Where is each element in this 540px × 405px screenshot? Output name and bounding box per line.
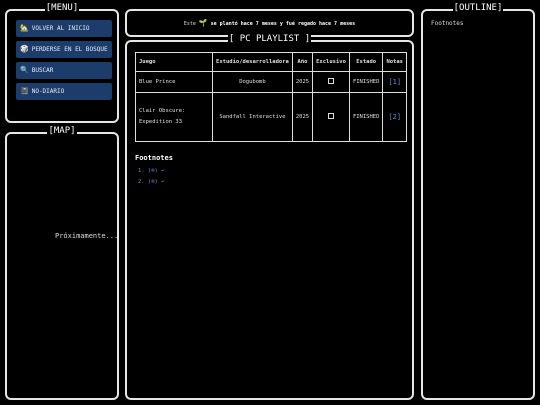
footnote-item[interactable]: 2. (®) ↩ [138, 177, 165, 188]
menu-random-label: PERDERSE EN EL BOSQUE [31, 46, 108, 53]
exclusive-cell [312, 92, 350, 142]
menu-title: [MENU] [44, 3, 80, 13]
exclusive-checkbox[interactable] [328, 113, 335, 119]
menu-diary-label: NO-DIARIO [31, 88, 65, 95]
column-header: Juego [134, 52, 214, 72]
dice-icon: 🎲 [20, 45, 29, 53]
table-header-row: Juego Estudio/desarrolladora Año Exclusi… [134, 52, 407, 72]
studio-cell: Dogubomb [212, 71, 293, 93]
footnote-item[interactable]: 1. (®) ↩ [138, 166, 165, 177]
table-row: Clair Obscure: Expedition 33 Sandfall In… [134, 92, 407, 142]
column-header: Notas [382, 52, 407, 72]
sprout-icon: 🌱 [198, 19, 208, 27]
column-header: Exclusivo [312, 52, 350, 72]
main-panel: [ PC PLAYLIST ] Juego Estudio/desarrolla… [125, 34, 414, 400]
map-panel: [MAP] Próximamente... [5, 126, 119, 400]
column-header: Año [291, 52, 314, 72]
house-icon: 🏡 [20, 24, 29, 32]
exclusive-checkbox[interactable] [328, 78, 335, 84]
notes-cell: [2] [382, 92, 407, 142]
game-cell: Blue Prince [134, 71, 214, 93]
menu-search-button[interactable]: 🔍 BUSCAR [16, 62, 112, 79]
menu-home-button[interactable]: 🏡 VOLVER AL INICIO [16, 20, 112, 37]
outline-panel: [OUTLINE] Footnotes [421, 3, 535, 400]
outline-title: [OUTLINE] [452, 3, 504, 13]
menu-diary-button[interactable]: 📓 NO-DIARIO [16, 83, 112, 100]
notice-prefix: Este [183, 21, 196, 27]
footnote-link[interactable]: [2] [388, 113, 401, 121]
notebook-icon: 📓 [20, 87, 29, 95]
menu-search-label: BUSCAR [31, 67, 54, 74]
footnotes-heading: Footnotes [135, 154, 173, 162]
map-placeholder: Próximamente... [55, 232, 119, 240]
status-cell: FINISHED [348, 71, 384, 93]
footnotes-list: 1. (®) ↩ 2. (®) ↩ [138, 166, 165, 188]
notes-cell: [1] [382, 71, 407, 93]
game-cell: Clair Obscure: Expedition 33 [134, 92, 214, 142]
year-cell: 2025 [291, 71, 314, 93]
map-title: [MAP] [47, 126, 77, 136]
table-row: Blue Prince Dogubomb 2025 FINISHED [1] [134, 71, 407, 93]
menu-list: 🏡 VOLVER AL INICIO 🎲 PERDERSE EN EL BOSQ… [16, 20, 112, 104]
year-cell: 2025 [291, 92, 314, 142]
exclusive-cell [312, 71, 350, 93]
column-header: Estado [348, 52, 384, 72]
menu-random-button[interactable]: 🎲 PERDERSE EN EL BOSQUE [16, 41, 112, 58]
menu-home-label: VOLVER AL INICIO [31, 25, 90, 32]
studio-cell: Sandfall Interactive [212, 92, 293, 142]
outline-item-footnotes[interactable]: Footnotes [431, 20, 464, 27]
notice-text: Este 🌱 se plantó hace 7 meses y fué rega… [127, 19, 412, 29]
status-cell: FINISHED [348, 92, 384, 142]
search-icon: 🔍 [20, 66, 29, 74]
notice-body: se plantó hace 7 meses y fué regado hace… [210, 21, 356, 27]
notice-panel: Este 🌱 se plantó hace 7 meses y fué rega… [125, 9, 414, 37]
column-header: Estudio/desarrolladora [212, 52, 293, 72]
menu-panel: [MENU] 🏡 VOLVER AL INICIO 🎲 PERDERSE EN … [5, 3, 119, 123]
footnote-link[interactable]: [1] [388, 78, 401, 86]
playlist-table: Juego Estudio/desarrolladora Año Exclusi… [134, 52, 407, 142]
